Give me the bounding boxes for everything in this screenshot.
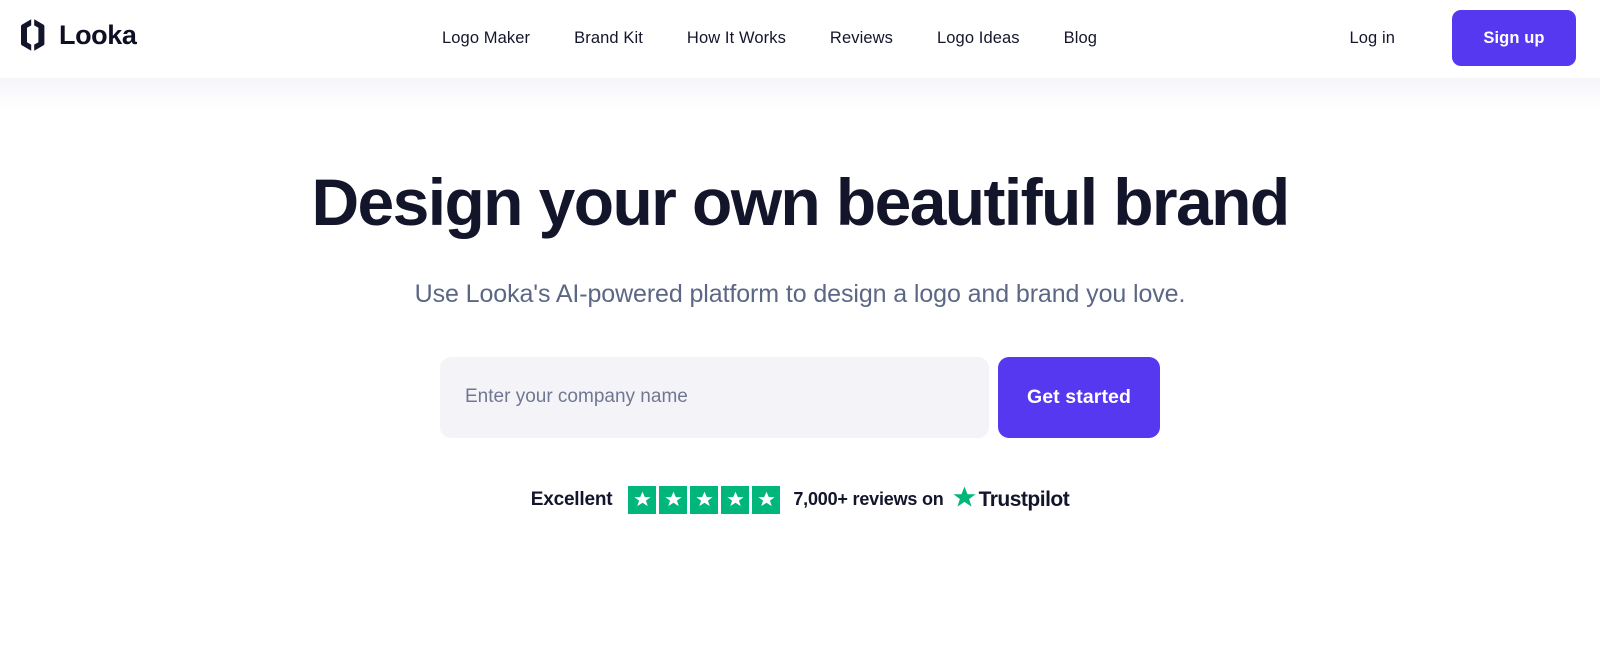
nav-item-blog[interactable]: Blog: [1042, 25, 1119, 51]
page-title: Design your own beautiful brand: [311, 165, 1290, 239]
site-header: Looka Logo Maker Brand Kit How It Works …: [0, 0, 1600, 78]
trustpilot-logo-star-icon: [952, 485, 977, 515]
nav-item-logo-ideas[interactable]: Logo Ideas: [915, 25, 1042, 51]
trustpilot-rating-word: Excellent: [530, 488, 613, 510]
trustpilot-brand-name: Trustpilot: [978, 487, 1070, 511]
trustpilot-stars: [628, 485, 781, 514]
nav-item-brand-kit[interactable]: Brand Kit: [552, 25, 665, 51]
page-subtitle: Use Looka's AI-powered platform to desig…: [414, 279, 1186, 308]
hero-section: Design your own beautiful brand Use Look…: [0, 110, 1600, 515]
trustpilot-logo: Trustpilot: [952, 485, 1070, 515]
main-navigation: Logo Maker Brand Kit How It Works Review…: [442, 25, 1119, 51]
trustpilot-star-icon: [721, 485, 750, 514]
company-name-input[interactable]: [440, 356, 989, 438]
trustpilot-star-icon: [628, 485, 657, 514]
trustpilot-star-icon: [659, 485, 688, 514]
login-link[interactable]: Log in: [1349, 29, 1452, 48]
looka-landing-page: Looka Logo Maker Brand Kit How It Works …: [0, 0, 1600, 659]
signup-button[interactable]: Sign up: [1452, 10, 1576, 66]
brand-name: Looka: [59, 19, 137, 50]
header-actions: Log in Sign up: [1349, 10, 1576, 66]
brand-logo[interactable]: Looka: [18, 18, 137, 52]
trustpilot-rating[interactable]: Excellent 7,000+ reviews on Trustpilot: [0, 485, 1600, 515]
signup-cta-row: Get started: [0, 356, 1600, 438]
nav-item-logo-maker[interactable]: Logo Maker: [442, 25, 552, 51]
trustpilot-star-icon: [690, 485, 719, 514]
trustpilot-review-count: 7,000+ reviews on: [793, 489, 944, 510]
nav-item-how-it-works[interactable]: How It Works: [665, 25, 808, 51]
nav-item-reviews[interactable]: Reviews: [808, 25, 915, 51]
header-gradient-divider: [0, 78, 1600, 110]
looka-hexagon-mark-icon: [18, 18, 48, 52]
trustpilot-star-icon: [752, 485, 781, 514]
get-started-button[interactable]: Get started: [998, 356, 1160, 438]
